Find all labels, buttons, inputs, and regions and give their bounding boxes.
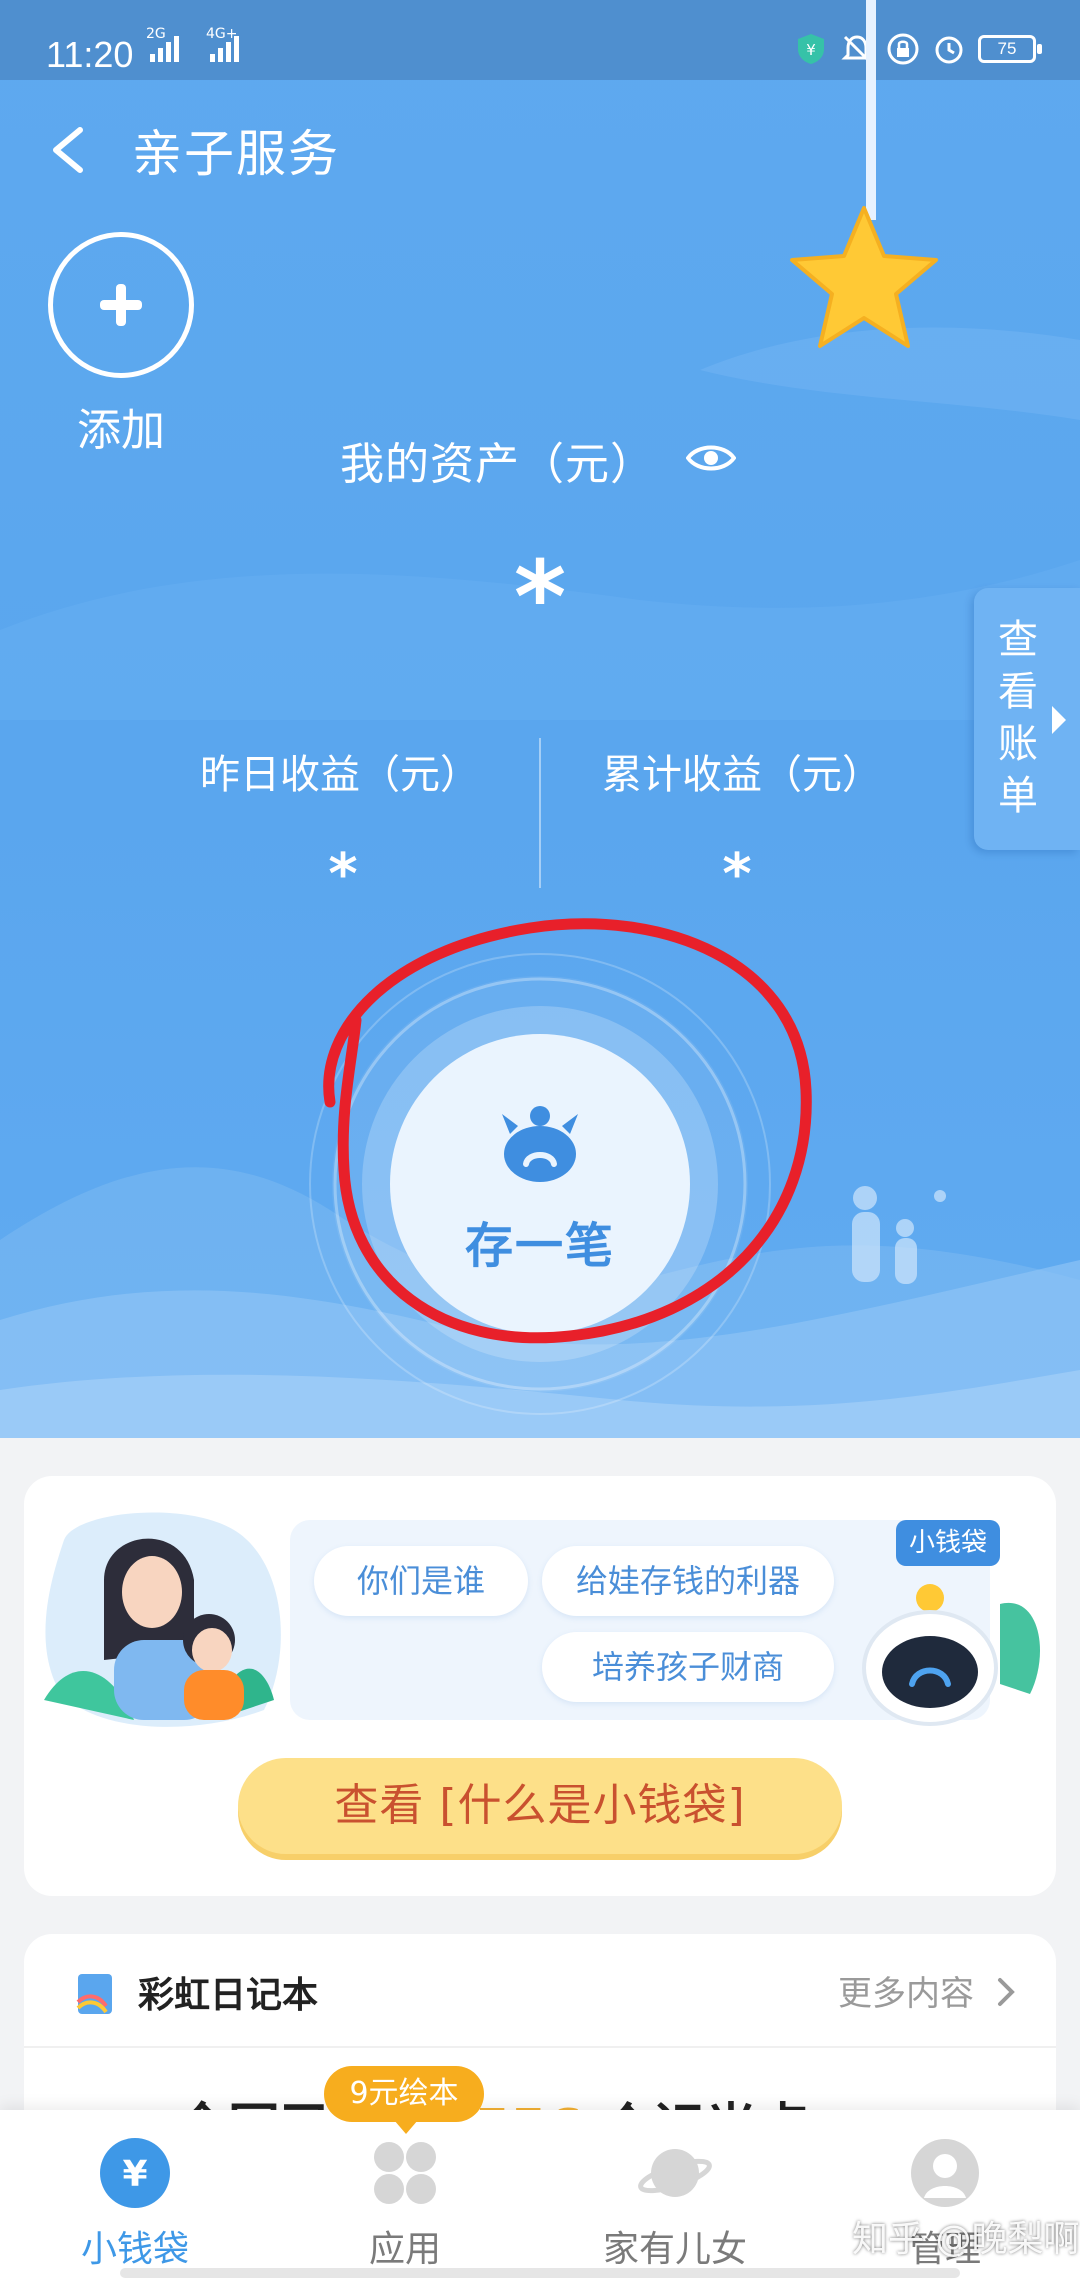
signal-icon: 2G [146,26,179,62]
svg-text:¥: ¥ [806,41,816,59]
picture-book-badge: 9元绘本 [324,2066,484,2134]
tab-family[interactable]: 家有儿女 [565,2136,785,2272]
more-content-link[interactable]: 更多内容 [838,1966,974,2015]
divider [24,2046,1056,2048]
tab-label: 小钱袋 [80,2229,189,2270]
signal-icon-2: 4G+ [206,26,239,62]
plus-icon [100,284,142,326]
star-string [866,0,876,220]
yuan-coin-icon: ¥ [100,2138,170,2208]
tab-label: 应用 [368,2229,441,2270]
pill-who-are-you[interactable]: 你们是谁 [314,1546,528,1616]
page-title: 亲子服务 [132,125,340,183]
yesterday-earnings-label: 昨日收益（元） [200,752,480,798]
diary-title: 彩虹日记本 [138,1975,319,2016]
tab-apps[interactable]: 应用 [295,2136,515,2272]
robot-mascot-icon [862,1584,1040,1726]
hero-section: 11:20 2G 4G+ ¥ 75 亲子服务 添加 我的资产（元） * 昨日收益… [0,0,1080,1438]
total-earnings-value: * [722,842,752,907]
network-type-1: 2G [146,26,166,42]
view-ledger-label: 查看账单 [998,617,1038,819]
asset-label: 我的资产（元） [340,439,655,490]
mother-child-illustration [44,1512,281,1727]
shield-icon: ¥ [798,34,824,64]
status-icons: ¥ 75 [794,32,1042,66]
user-face-icon [911,2139,979,2207]
status-time: 11:20 [46,34,134,75]
watermark: 知乎 @晚梨啊 [852,2219,1080,2260]
total-earnings-label: 累计收益（元） [602,752,882,798]
notebook-icon [76,1974,112,2014]
tab-xiaoqiandai[interactable]: ¥ 小钱袋 [25,2136,245,2272]
screen: 11:20 2G 4G+ ¥ 75 亲子服务 添加 我的资产（元） * 昨日收益… [0,0,1080,2280]
apps-grid-icon [374,2142,436,2204]
battery-icon: 75 [978,35,1042,63]
planet-icon [638,2149,712,2197]
what-is-xiaoqiandai-button[interactable]: 查看 [什么是小钱袋] [238,1758,842,1854]
asset-value: * [513,539,567,656]
annotation-red-circle [323,918,812,1344]
svg-text:¥: ¥ [122,2154,147,2195]
tab-label: 家有儿女 [602,2229,747,2270]
alarm-icon [935,36,963,64]
chevron-right-icon[interactable] [996,1976,1016,2008]
earnings-divider [539,738,541,888]
lock-icon [887,33,919,65]
pill-financial-literacy[interactable]: 培养孩子财商 [542,1632,834,1702]
eye-icon[interactable] [686,440,736,476]
back-chevron-icon[interactable] [42,120,98,180]
status-bar: 11:20 2G 4G+ ¥ 75 [0,0,1080,80]
add-button[interactable] [48,232,194,378]
brand-tag: 小钱袋 [896,1520,1000,1566]
yesterday-earnings-value: * [328,842,358,907]
add-label: 添加 [77,405,165,456]
pill-savings-tool[interactable]: 给娃存钱的利器 [542,1546,834,1616]
star-icon[interactable] [784,200,944,360]
home-indicator [120,2268,960,2278]
ledger-arrow-icon [1052,706,1066,734]
network-type-2: 4G+ [206,26,238,42]
